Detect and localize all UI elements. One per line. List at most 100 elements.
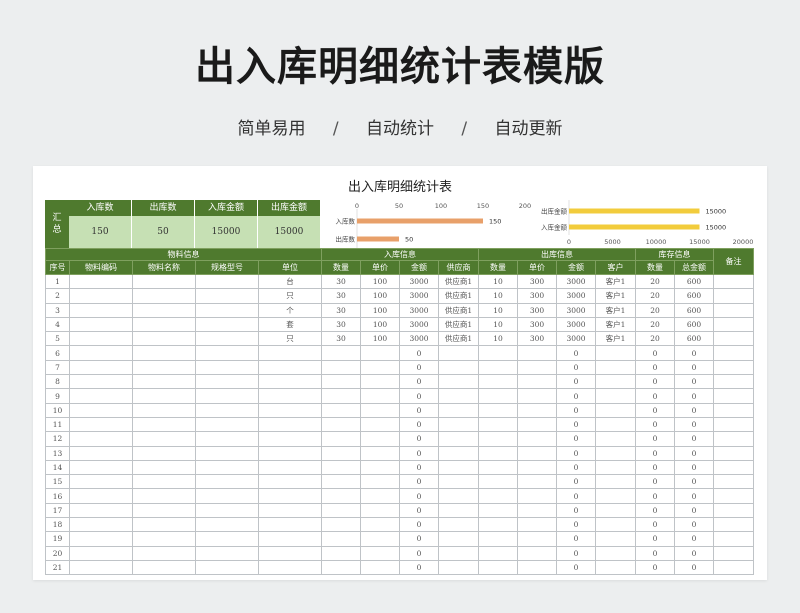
table-cell[interactable] — [258, 374, 322, 390]
table-cell[interactable] — [69, 502, 133, 519]
table-cell[interactable] — [258, 431, 322, 447]
table-cell[interactable] — [69, 374, 133, 390]
table-cell[interactable]: 0 — [399, 459, 439, 476]
table-cell[interactable] — [258, 345, 322, 361]
table-cell[interactable]: 100 — [360, 302, 400, 318]
table-cell[interactable] — [713, 445, 754, 461]
table-cell[interactable] — [321, 488, 361, 504]
table-cell[interactable]: 20 — [45, 545, 70, 561]
table-cell[interactable]: 20 — [635, 273, 675, 290]
table-cell[interactable] — [595, 388, 636, 404]
table-cell[interactable] — [195, 273, 259, 290]
table-cell[interactable] — [595, 488, 636, 504]
table-cell[interactable] — [132, 273, 196, 290]
table-cell[interactable] — [195, 445, 259, 461]
table-cell[interactable]: 0 — [556, 459, 596, 476]
table-cell[interactable]: 供应商1 — [438, 302, 479, 318]
table-cell[interactable]: 0 — [674, 459, 714, 476]
table-cell[interactable]: 0 — [399, 359, 439, 376]
table-cell[interactable]: 17 — [45, 502, 70, 519]
table-cell[interactable]: 100 — [360, 288, 400, 304]
table-cell[interactable]: 客户1 — [595, 316, 636, 333]
table-cell[interactable]: 台 — [258, 273, 322, 290]
table-cell[interactable] — [478, 488, 518, 504]
table-cell[interactable] — [438, 474, 479, 490]
table-cell[interactable] — [478, 388, 518, 404]
table-cell[interactable] — [360, 359, 400, 376]
table-cell[interactable]: 100 — [360, 273, 400, 290]
table-cell[interactable]: 3000 — [556, 316, 596, 333]
table-cell[interactable] — [478, 345, 518, 361]
table-cell[interactable] — [69, 488, 133, 504]
table-cell[interactable]: 11 — [45, 416, 70, 433]
table-cell[interactable] — [195, 559, 259, 576]
table-cell[interactable]: 30 — [321, 302, 361, 318]
table-cell[interactable] — [321, 474, 361, 490]
table-cell[interactable]: 0 — [556, 416, 596, 433]
table-cell[interactable]: 19 — [45, 531, 70, 547]
table-cell[interactable] — [69, 445, 133, 461]
table-cell[interactable] — [438, 559, 479, 576]
table-cell[interactable]: 4 — [45, 316, 70, 333]
table-cell[interactable] — [360, 459, 400, 476]
table-cell[interactable]: 600 — [674, 316, 714, 333]
table-cell[interactable] — [321, 559, 361, 576]
table-cell[interactable] — [321, 359, 361, 376]
table-cell[interactable] — [713, 345, 754, 361]
table-cell[interactable] — [360, 474, 400, 490]
table-cell[interactable] — [478, 374, 518, 390]
table-cell[interactable] — [595, 445, 636, 461]
table-cell[interactable] — [360, 502, 400, 519]
table-cell[interactable] — [713, 431, 754, 447]
table-cell[interactable]: 16 — [45, 488, 70, 504]
table-cell[interactable] — [69, 345, 133, 361]
table-cell[interactable] — [438, 488, 479, 504]
table-cell[interactable] — [132, 402, 196, 418]
table-cell[interactable]: 套 — [258, 316, 322, 333]
table-cell[interactable] — [438, 345, 479, 361]
table-cell[interactable] — [713, 531, 754, 547]
table-cell[interactable] — [258, 559, 322, 576]
table-cell[interactable] — [132, 388, 196, 404]
table-cell[interactable] — [713, 374, 754, 390]
table-cell[interactable]: 9 — [45, 388, 70, 404]
table-cell[interactable] — [517, 488, 557, 504]
table-cell[interactable]: 0 — [635, 531, 675, 547]
table-cell[interactable] — [517, 374, 557, 390]
table-cell[interactable] — [69, 545, 133, 561]
table-cell[interactable] — [132, 331, 196, 347]
table-cell[interactable] — [195, 359, 259, 376]
table-cell[interactable] — [258, 517, 322, 533]
table-cell[interactable] — [195, 474, 259, 490]
table-cell[interactable] — [595, 545, 636, 561]
table-cell[interactable] — [321, 517, 361, 533]
table-cell[interactable]: 300 — [517, 302, 557, 318]
table-cell[interactable]: 1 — [45, 273, 70, 290]
table-cell[interactable]: 0 — [556, 502, 596, 519]
table-cell[interactable] — [517, 559, 557, 576]
table-cell[interactable] — [360, 531, 400, 547]
table-cell[interactable] — [713, 331, 754, 347]
table-cell[interactable]: 0 — [635, 474, 675, 490]
table-cell[interactable]: 0 — [635, 488, 675, 504]
table-cell[interactable]: 0 — [556, 388, 596, 404]
table-cell[interactable]: 30 — [321, 316, 361, 333]
table-cell[interactable] — [478, 502, 518, 519]
table-cell[interactable] — [360, 488, 400, 504]
table-cell[interactable]: 600 — [674, 288, 714, 304]
table-cell[interactable] — [132, 545, 196, 561]
table-cell[interactable]: 0 — [674, 402, 714, 418]
table-cell[interactable] — [132, 559, 196, 576]
table-cell[interactable] — [595, 459, 636, 476]
table-cell[interactable]: 0 — [399, 402, 439, 418]
table-cell[interactable]: 15 — [45, 474, 70, 490]
table-cell[interactable]: 0 — [556, 431, 596, 447]
table-cell[interactable] — [195, 431, 259, 447]
table-cell[interactable] — [132, 517, 196, 533]
table-cell[interactable] — [517, 502, 557, 519]
table-cell[interactable] — [195, 545, 259, 561]
table-cell[interactable]: 300 — [517, 331, 557, 347]
table-cell[interactable] — [69, 531, 133, 547]
table-cell[interactable]: 0 — [674, 488, 714, 504]
table-cell[interactable]: 0 — [399, 374, 439, 390]
